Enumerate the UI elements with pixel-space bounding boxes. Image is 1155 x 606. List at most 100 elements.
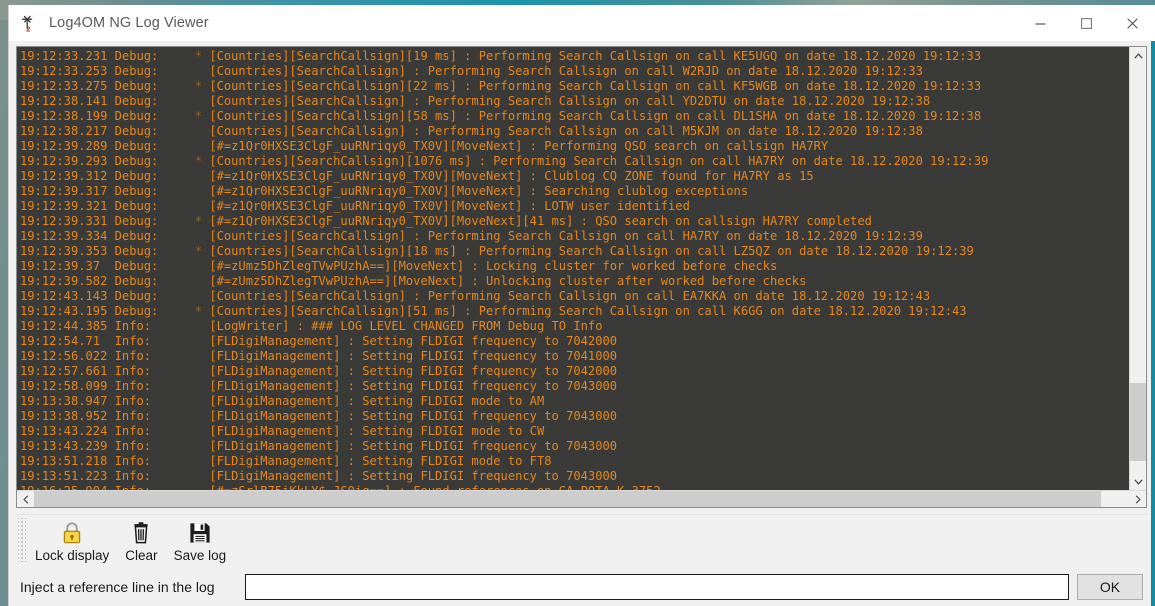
log-line-marker [195,334,210,348]
log-line-timestamp: 19:13:43.224 [20,424,115,438]
log-line-timestamp: 19:12:38.141 [20,94,115,108]
log4om-app-icon: 2 [20,13,40,34]
scroll-left-button[interactable] [17,491,34,507]
scroll-up-button[interactable] [1130,47,1146,64]
log-vertical-scrollbar[interactable] [1129,47,1146,490]
maximize-button[interactable] [1063,5,1109,41]
log-line-timestamp: 19:12:39.321 [20,199,115,213]
log-line-timestamp: 19:12:43.195 [20,304,115,318]
log-line-message: [FLDigiManagement] : Setting FLDIGI freq… [209,379,618,393]
save-log-button[interactable]: Save log [167,515,234,566]
log-output[interactable]: 19:12:33.231 Debug: * [Countries][Search… [17,47,1129,490]
log-line-marker [195,184,210,198]
log-line: 19:13:51.218 Info: [FLDigiManagement] : … [20,454,1129,469]
log-line-marker [195,169,210,183]
log-line-level: Info: [114,364,195,378]
log-line-level: Info: [114,349,195,363]
log-line: 19:13:38.947 Info: [FLDigiManagement] : … [20,394,1129,409]
log-line-level: Debug: [114,169,195,183]
log-line-marker [195,349,210,363]
log-line-message: [Countries][SearchCallsign][1076 ms] : P… [209,154,989,168]
toolbar-drag-grip[interactable] [18,518,26,562]
log-line-level: Debug: [114,154,195,168]
log-line-message: [FLDigiManagement] : Setting FLDIGI freq… [209,409,618,423]
log-line-level: Debug: [114,139,195,153]
scroll-right-button[interactable] [1129,491,1146,507]
log-line-marker [195,394,210,408]
log-line-timestamp: 19:12:56.022 [20,349,115,363]
log-line-level: Info: [114,409,195,423]
svg-text:2: 2 [26,25,30,33]
log-line-timestamp: 19:12:39.582 [20,274,115,288]
save-log-label: Save log [173,548,227,563]
log-line-message: [FLDigiManagement] : Setting FLDIGI freq… [209,349,618,363]
maximize-icon [1080,17,1092,29]
ok-button[interactable]: OK [1077,573,1143,600]
log-line-level: Debug: [114,109,195,123]
scroll-down-button[interactable] [1130,473,1146,490]
log-line-level: Debug: [114,49,195,63]
log-line: 19:13:43.224 Info: [FLDigiManagement] : … [20,424,1129,439]
log-line-message: [FLDigiManagement] : Setting FLDIGI freq… [209,364,618,378]
log-line-marker [195,259,210,273]
bottom-bar: Inject a reference line in the log OK [9,566,1151,606]
log-horizontal-scrollbar[interactable] [17,490,1146,507]
inject-reference-input[interactable] [244,573,1069,600]
log-line: 19:12:38.141 Debug: [Countries][SearchCa… [20,94,1129,109]
log-line: 19:12:38.217 Debug: [Countries][SearchCa… [20,124,1129,139]
title-bar: 2 Log4OM NG Log Viewer [9,5,1155,41]
log-line-timestamp: 19:12:39.331 [20,214,115,228]
log-line-timestamp: 19:12:33.231 [20,49,115,63]
log-line: 19:12:39.37 Debug: [#=zUmz5DhZlegTVwPUzh… [20,259,1129,274]
log-line-message: [#=zUmz5DhZlegTVwPUzhA==][MoveNext] : Un… [209,274,807,288]
close-button[interactable] [1109,5,1155,41]
log-line-message: [#=z1Qr0HXSE3ClgF_uuRNriqy0_TX0V][MoveNe… [209,184,749,198]
lock-icon [61,520,83,546]
log-line-timestamp: 19:12:38.217 [20,124,115,138]
window-controls [1017,5,1155,41]
log-line-marker [195,199,210,213]
log-line-level: Debug: [114,244,195,258]
clear-button[interactable]: Clear [118,515,164,566]
close-icon [1126,17,1138,29]
log-line-marker [195,454,210,468]
log-line-timestamp: 19:12:39.293 [20,154,115,168]
log-line: 19:12:39.293 Debug: * [Countries][Search… [20,154,1129,169]
log-line: 19:12:39.331 Debug: * [#=z1Qr0HXSE3ClgF_… [20,214,1129,229]
log-line-timestamp: 19:13:51.218 [20,454,115,468]
log-line-message: [Countries][SearchCallsign] : Performing… [209,289,931,303]
log-line: 19:13:38.952 Info: [FLDigiManagement] : … [20,409,1129,424]
log-line: 19:12:39.582 Debug: [#=zUmz5DhZlegTVwPUz… [20,274,1129,289]
inject-reference-label: Inject a reference line in the log [20,578,215,595]
log-line: 19:12:33.253 Debug: [Countries][SearchCa… [20,64,1129,79]
log-line-timestamp: 19:12:39.312 [20,169,115,183]
log-line-marker [195,274,210,288]
log-line-level: Debug: [114,94,195,108]
log-line-timestamp: 19:12:39.334 [20,229,115,243]
log-line-message: [Countries][SearchCallsign][18 ms] : Per… [209,244,974,258]
chevron-left-icon [22,495,28,504]
toolbar: Lock display Clear Save log [16,514,1147,566]
log-line-marker: * [194,109,210,123]
log-line-level: Info: [114,424,195,438]
horizontal-scroll-thumb[interactable] [34,491,1101,507]
log-line-message: [Countries][SearchCallsign][22 ms] : Per… [209,79,982,93]
log-line-timestamp: 19:13:43.239 [20,439,115,453]
log-line-marker [195,379,210,393]
log-line-message: [FLDigiManagement] : Setting FLDIGI mode… [209,394,545,408]
log-line-level: Debug: [114,304,195,318]
minimize-button[interactable] [1017,5,1063,41]
lock-display-button[interactable]: Lock display [28,515,116,566]
log-line-message: [Countries][SearchCallsign] : Performing… [209,229,923,243]
vertical-scroll-track[interactable] [1130,64,1146,473]
log-line-level: Debug: [114,274,195,288]
log-viewer-window: 2 Log4OM NG Log Viewer 19:12:33.231 Debu… [8,5,1155,606]
log-line-marker: * [194,154,210,168]
log-line-marker [195,409,210,423]
horizontal-scroll-track[interactable] [34,491,1129,507]
log-line-message: [#=z1Qr0HXSE3ClgF_uuRNriqy0_TX0V][MoveNe… [209,214,872,228]
clear-label: Clear [125,548,158,563]
vertical-scroll-thumb[interactable] [1130,383,1146,461]
log-line-timestamp: 19:12:39.37 [20,259,115,273]
log-line-level: Debug: [114,184,195,198]
